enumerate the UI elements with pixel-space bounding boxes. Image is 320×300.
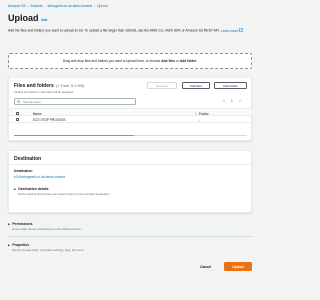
pager-next[interactable]: >: [239, 99, 241, 103]
drop-zone[interactable]: Drag and drop files and folders you want…: [8, 53, 252, 69]
drop-zone-add-folder[interactable]: Add folder: [180, 59, 196, 63]
breadcrumb-amazon-s3[interactable]: Amazon S3: [8, 4, 26, 8]
breadcrumb-current: Upload: [97, 4, 108, 8]
drop-zone-or: or: [176, 59, 179, 63]
properties-subtitle: Specify storage class, encryption settin…: [12, 248, 85, 252]
divider: [8, 236, 252, 237]
upload-button[interactable]: Upload: [224, 262, 252, 271]
description-text: Add the files and folders you want to up…: [8, 28, 221, 33]
breadcrumb-buckets[interactable]: Buckets: [31, 4, 43, 8]
remove-button[interactable]: Remove: [147, 82, 177, 89]
row-checkbox[interactable]: [16, 118, 19, 121]
files-count: (1 Total, 5.3 KB): [55, 83, 85, 88]
files-subtitle: All files and folders in this table will…: [14, 90, 75, 94]
cancel-button[interactable]: Cancel: [200, 265, 211, 269]
external-link-icon: [239, 28, 244, 32]
select-all-checkbox[interactable]: [16, 111, 19, 115]
destination-panel: Destination Destination s3://turbogeek.c…: [8, 150, 252, 213]
divider: [9, 164, 252, 165]
breadcrumb-bucket[interactable]: turbogeek.co.uk.demo.bucket: [48, 4, 92, 8]
pager-prev[interactable]: <: [223, 99, 225, 103]
add-files-button[interactable]: Add files: [182, 82, 210, 89]
permissions-title: Permissions: [12, 222, 33, 226]
breadcrumb-separator: ›: [27, 4, 29, 8]
page-title: Upload: [8, 13, 39, 23]
destination-details-subtitle: Bucket settings that impact new objects …: [18, 192, 111, 196]
files-header: Files and folders (1 Total, 5.3 KB): [14, 83, 84, 89]
pager-page[interactable]: 1: [231, 99, 233, 103]
permissions-subtitle: Grant public access and access to other …: [12, 227, 82, 231]
page-description: Add the files and folders you want to up…: [8, 28, 254, 34]
properties-toggle[interactable]: ▶ Properties: [8, 243, 29, 247]
files-panel: Files and folders (1 Total, 5.3 KB) All …: [8, 77, 252, 141]
info-link[interactable]: Info: [42, 18, 48, 22]
caret-right-icon: ▶: [8, 222, 11, 226]
row-name: ECS STOP PROCESS: [33, 118, 66, 122]
destination-details-title: Destination details: [18, 187, 49, 191]
destination-details-toggle[interactable]: ▶ Destination details: [14, 187, 48, 191]
destination-title: Destination: [14, 156, 42, 162]
search-box: [14, 98, 136, 105]
permissions-toggle[interactable]: ▶ Permissions: [8, 222, 32, 226]
column-divider: [195, 110, 196, 116]
breadcrumb-separator: ›: [94, 4, 96, 8]
files-title: Files and folders: [14, 83, 54, 89]
horizontal-scrollbar[interactable]: [14, 135, 247, 137]
caret-right-icon: ▶: [8, 243, 11, 247]
column-header-folder[interactable]: Folder: [199, 112, 209, 116]
table-row[interactable]: ECS STOP PROCESS -: [9, 116, 252, 123]
destination-link[interactable]: s3://turbogeek.co.uk.demo.bucket: [14, 175, 65, 179]
drop-zone-text: Drag and drop files and folders you want…: [62, 59, 161, 63]
scrollbar-thumb[interactable]: [14, 135, 134, 137]
drop-zone-add-files[interactable]: Add files: [161, 59, 175, 63]
page-header: Upload Info: [8, 13, 47, 23]
search-input[interactable]: [22, 99, 123, 104]
column-header-name[interactable]: Name: [33, 112, 42, 116]
search-icon: [17, 99, 21, 104]
learn-more-link[interactable]: Learn more: [221, 28, 244, 33]
table-header: Name Folder: [9, 108, 252, 116]
breadcrumb-separator: ›: [44, 4, 46, 8]
destination-label: Destination: [14, 169, 33, 173]
caret-right-icon: ▶: [14, 187, 17, 191]
properties-title: Properties: [12, 243, 30, 247]
breadcrumb: Amazon S3 › Buckets › turbogeek.co.uk.de…: [8, 4, 108, 8]
add-folder-button[interactable]: Add folder: [214, 82, 247, 89]
row-folder: -: [199, 118, 201, 122]
